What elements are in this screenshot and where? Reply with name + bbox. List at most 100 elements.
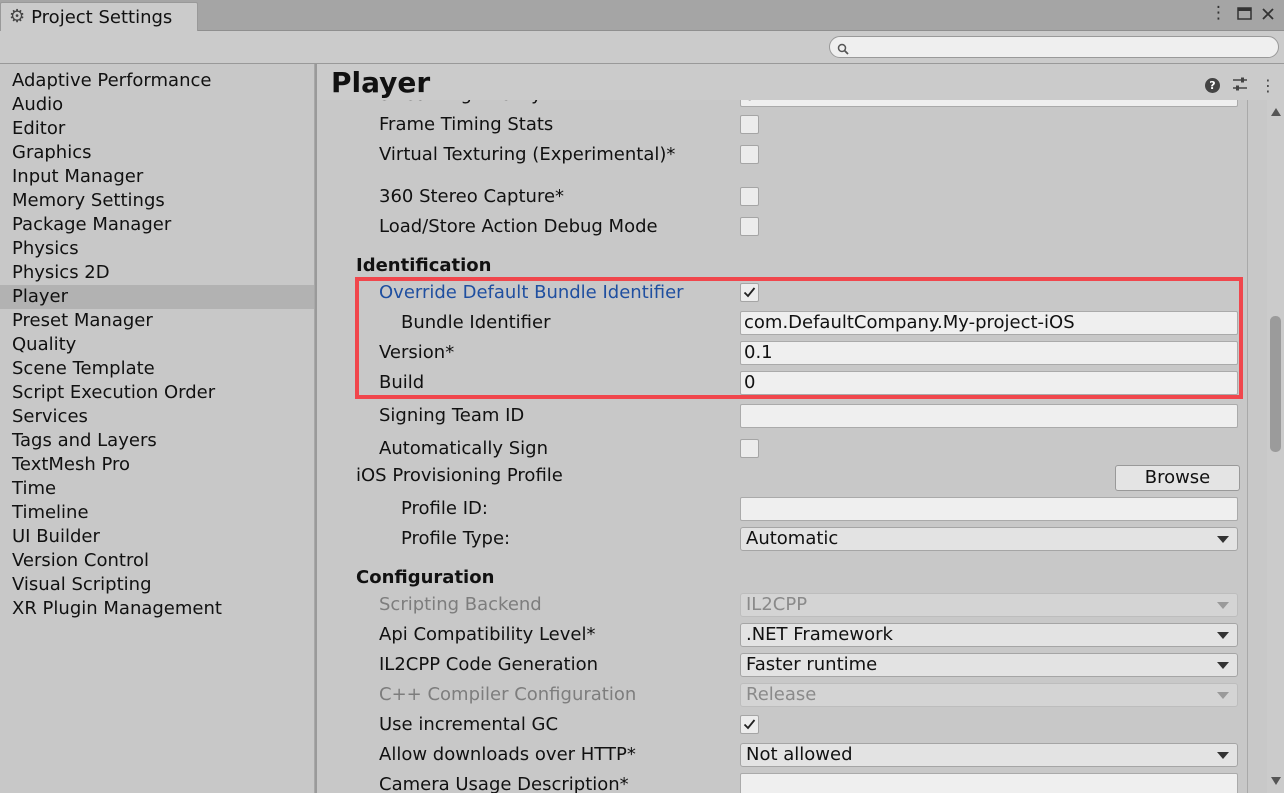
api-compat-dropdown[interactable]: .NET Framework <box>740 623 1238 647</box>
window-controls: ⋮ <box>1210 5 1274 22</box>
stereo-capture-label: 360 Stereo Capture* <box>379 186 565 207</box>
sidebar-item-adaptive-performance[interactable]: Adaptive Performance <box>0 69 314 93</box>
scroll-thumb[interactable] <box>1270 316 1281 452</box>
auto-sign-checkbox[interactable] <box>740 439 759 458</box>
checkmark-icon <box>743 287 756 298</box>
override-bundle-label: Override Default Bundle Identifier <box>379 282 684 303</box>
scripting-backend-label: Scripting Backend <box>379 594 542 615</box>
api-compat-label: Api Compatibility Level* <box>379 624 596 645</box>
search-box[interactable] <box>829 36 1279 58</box>
sidebar-item-memory-settings[interactable]: Memory Settings <box>0 189 314 213</box>
http-downloads-dropdown[interactable]: Not allowed <box>740 743 1238 767</box>
stereo-capture-checkbox[interactable] <box>740 187 759 206</box>
il2cpp-codegen-dropdown[interactable]: Faster runtime <box>740 653 1238 677</box>
settings-sidebar: Adaptive Performance Audio Editor Graphi… <box>0 64 314 793</box>
scripting-backend-value: IL2CPP <box>746 594 808 615</box>
sidebar-item-physics-2d[interactable]: Physics 2D <box>0 261 314 285</box>
incremental-gc-checkbox[interactable] <box>740 715 759 734</box>
profile-type-dropdown[interactable]: Automatic <box>740 527 1238 551</box>
sidebar-item-ui-builder[interactable]: UI Builder <box>0 525 314 549</box>
panel-header: Player ? ⋮ <box>317 64 1284 100</box>
kebab-menu-icon[interactable]: ⋮ <box>1210 5 1227 22</box>
camera-usage-label: Camera Usage Description* <box>379 774 629 793</box>
build-label: Build <box>379 372 425 393</box>
bundle-identifier-label: Bundle Identifier <box>401 312 551 333</box>
profile-type-row: Profile Type: Automatic <box>317 524 1247 554</box>
profile-type-label: Profile Type: <box>401 528 511 549</box>
sidebar-item-graphics[interactable]: Graphics <box>0 141 314 165</box>
sidebar-item-version-control[interactable]: Version Control <box>0 549 314 573</box>
provisioning-profile-row: iOS Provisioning Profile Browse <box>317 464 1247 494</box>
toolbar <box>0 31 1284 64</box>
override-bundle-checkbox[interactable] <box>740 283 759 302</box>
profile-id-row: Profile ID: <box>317 494 1247 524</box>
presets-icon[interactable] <box>1232 76 1248 95</box>
bundle-identifier-field[interactable]: com.DefaultCompany.My-project-iOS <box>740 311 1238 335</box>
sidebar-item-textmesh-pro[interactable]: TextMesh Pro <box>0 453 314 477</box>
sidebar-item-player[interactable]: Player <box>0 285 314 309</box>
sidebar-item-audio[interactable]: Audio <box>0 93 314 117</box>
scroll-up-icon[interactable] <box>1271 108 1281 116</box>
profile-id-field[interactable] <box>740 497 1238 521</box>
page-title: Player <box>331 66 431 99</box>
checkmark-icon <box>743 719 756 730</box>
scripting-backend-dropdown: IL2CPP <box>740 593 1238 617</box>
sidebar-item-tags-and-layers[interactable]: Tags and Layers <box>0 429 314 453</box>
version-label: Version* <box>379 342 455 363</box>
sidebar-item-input-manager[interactable]: Input Manager <box>0 165 314 189</box>
signing-team-label: Signing Team ID <box>379 405 525 426</box>
cpp-compiler-label: C++ Compiler Configuration <box>379 684 637 705</box>
search-input[interactable] <box>852 38 1272 56</box>
sidebar-item-time[interactable]: Time <box>0 477 314 501</box>
api-compat-value: .NET Framework <box>746 624 893 645</box>
build-field[interactable]: 0 <box>740 371 1238 395</box>
help-icon[interactable]: ? <box>1205 78 1220 93</box>
il2cpp-codegen-label: IL2CPP Code Generation <box>379 654 599 675</box>
sidebar-item-editor[interactable]: Editor <box>0 117 314 141</box>
scripting-backend-row: Scripting Backend IL2CPP <box>317 590 1247 620</box>
sidebar-item-preset-manager[interactable]: Preset Manager <box>0 309 314 333</box>
title-bar: ⚙ Project Settings ⋮ <box>0 0 1284 31</box>
identification-header: Identification <box>356 255 492 276</box>
bundle-identifier-row: Bundle Identifier com.DefaultCompany.My-… <box>317 308 1247 338</box>
vertical-scrollbar[interactable] <box>1267 100 1284 793</box>
frame-timing-stats-row: Frame Timing Stats <box>317 110 1247 140</box>
sidebar-item-timeline[interactable]: Timeline <box>0 501 314 525</box>
browse-button[interactable]: Browse <box>1115 465 1240 491</box>
signing-team-field[interactable] <box>740 404 1238 428</box>
configuration-header: Configuration <box>356 567 495 588</box>
sidebar-item-scene-template[interactable]: Scene Template <box>0 357 314 381</box>
build-row: Build 0 <box>317 368 1247 398</box>
sidebar-item-visual-scripting[interactable]: Visual Scripting <box>0 573 314 597</box>
tab-title: Project Settings <box>31 6 173 28</box>
incremental-gc-row: Use incremental GC <box>317 710 1247 740</box>
sidebar-item-services[interactable]: Services <box>0 405 314 429</box>
version-field[interactable]: 0.1 <box>740 341 1238 365</box>
camera-usage-field[interactable] <box>740 773 1238 793</box>
maximize-icon[interactable] <box>1237 7 1252 20</box>
chevron-down-icon <box>1217 662 1229 669</box>
gear-icon: ⚙ <box>9 6 26 27</box>
auto-sign-row: Automatically Sign <box>317 434 1247 464</box>
il2cpp-codegen-value: Faster runtime <box>746 654 878 675</box>
cpp-compiler-value: Release <box>746 684 817 705</box>
frame-timing-stats-label: Frame Timing Stats <box>379 114 554 135</box>
chevron-down-icon <box>1217 602 1229 609</box>
load-store-debug-checkbox[interactable] <box>740 217 759 236</box>
sidebar-item-package-manager[interactable]: Package Manager <box>0 213 314 237</box>
kebab-menu-icon[interactable]: ⋮ <box>1260 77 1276 94</box>
header-icons: ? ⋮ <box>1205 76 1276 95</box>
virtual-texturing-checkbox[interactable] <box>740 145 759 164</box>
close-icon[interactable] <box>1262 7 1274 20</box>
sidebar-item-physics[interactable]: Physics <box>0 237 314 261</box>
http-downloads-row: Allow downloads over HTTP* Not allowed <box>317 740 1247 770</box>
frame-timing-stats-checkbox[interactable] <box>740 115 759 134</box>
cpp-compiler-dropdown: Release <box>740 683 1238 707</box>
stereo-capture-row: 360 Stereo Capture* <box>317 182 1247 212</box>
scroll-down-icon[interactable] <box>1271 777 1281 785</box>
chevron-down-icon <box>1217 632 1229 639</box>
sidebar-item-quality[interactable]: Quality <box>0 333 314 357</box>
project-settings-tab[interactable]: ⚙ Project Settings <box>0 2 198 31</box>
sidebar-item-xr-plugin-management[interactable]: XR Plugin Management <box>0 597 314 621</box>
sidebar-item-script-execution-order[interactable]: Script Execution Order <box>0 381 314 405</box>
